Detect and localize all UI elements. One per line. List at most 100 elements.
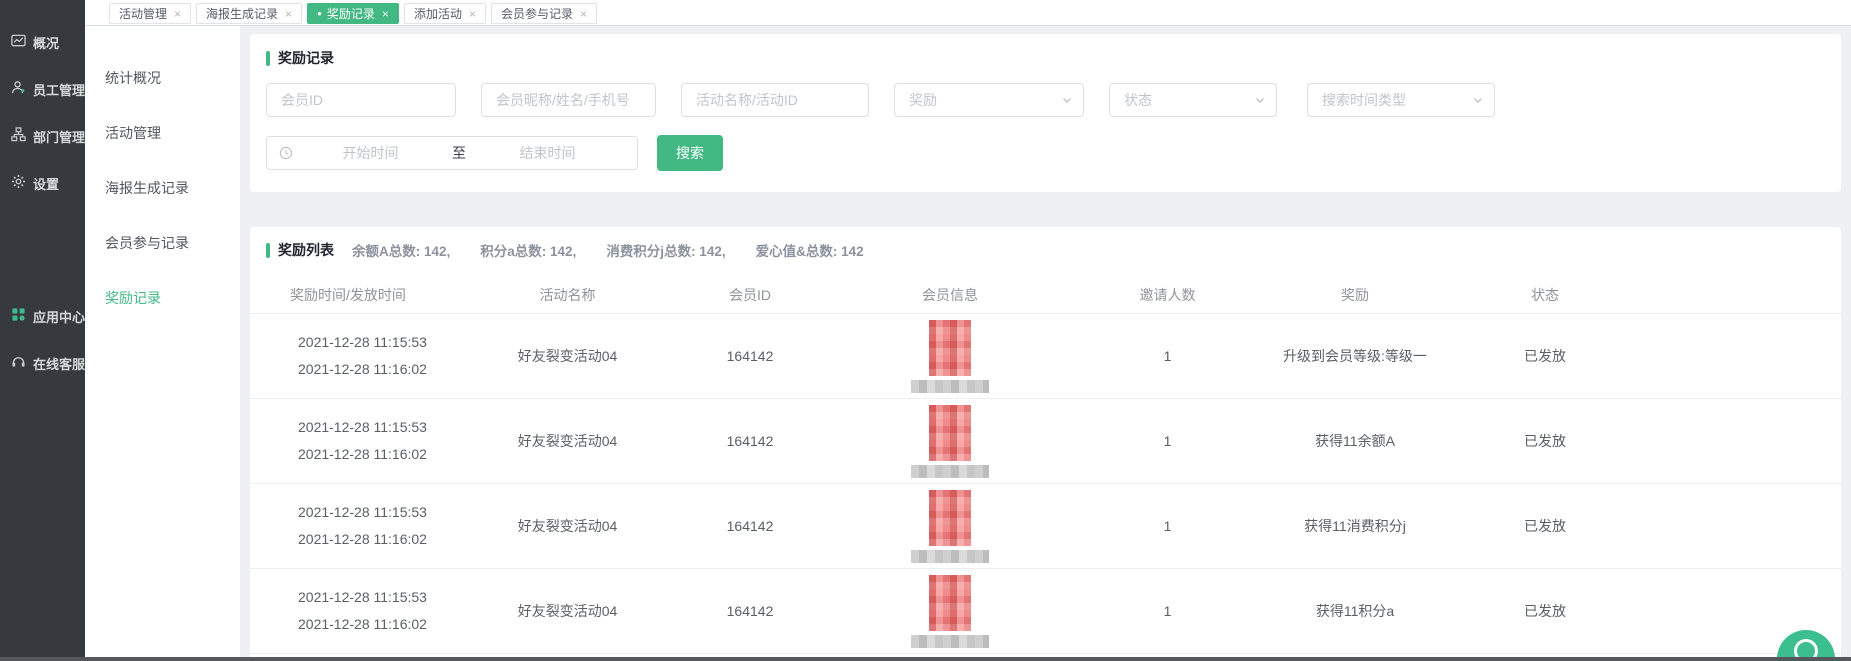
table-row: 2021-12-28 11:15:53 2021-12-28 11:16:02 … — [250, 399, 1841, 484]
sidebar-item-departments[interactable]: 部门管理 — [0, 124, 85, 148]
close-icon[interactable]: × — [174, 8, 181, 20]
app-center-icon — [11, 307, 26, 325]
grant-time: 2021-12-28 11:16:02 — [298, 356, 475, 383]
sidebar-item-overview[interactable]: 概况 — [0, 30, 85, 54]
time-cell: 2021-12-28 11:15:53 2021-12-28 11:16:02 — [250, 499, 475, 554]
secondary-sidebar: 统计概况 活动管理 海报生成记录 会员参与记录 奖励记录 — [85, 26, 240, 661]
reward-value: 获得11余额A — [1275, 431, 1435, 451]
subnav-label: 活动管理 — [105, 123, 161, 143]
tab-member-participation[interactable]: 会员参与记录 × — [491, 3, 597, 24]
status-value: 已发放 — [1435, 516, 1655, 536]
sidebar-spacer — [0, 218, 85, 304]
invite-count: 1 — [1060, 433, 1275, 449]
tab-label: 海报生成记录 — [206, 5, 278, 22]
stat-balance-total: 余额A总数: 142, — [352, 240, 450, 260]
sidebar-item-employees[interactable]: 员工管理 — [0, 77, 85, 101]
tab-activity-management[interactable]: 活动管理 × — [109, 3, 191, 24]
reward-value: 获得11消费积分j — [1275, 516, 1435, 536]
subnav-label: 奖励记录 — [105, 288, 161, 308]
subnav-poster-records[interactable]: 海报生成记录 — [85, 160, 240, 215]
main-area: 活动管理 × 海报生成记录 × ● 奖励记录 × 添加活动 × 会员参与记录 × — [85, 0, 1851, 661]
sidebar-item-settings[interactable]: 设置 — [0, 171, 85, 195]
select-placeholder: 状态 — [1124, 90, 1152, 110]
search-time-type-select[interactable]: 搜索时间类型 — [1307, 83, 1495, 117]
employees-icon — [11, 80, 26, 98]
stat-consume-points-total: 消费积分j总数: 142, — [606, 240, 725, 260]
sidebar-item-label: 在线客服 — [33, 354, 85, 373]
reward-time: 2021-12-28 11:15:53 — [298, 584, 475, 611]
close-icon[interactable]: × — [285, 8, 292, 20]
reward-time: 2021-12-28 11:15:53 — [298, 414, 475, 441]
reward-list-panel: 奖励列表 余额A总数: 142, 积分a总数: 142, 消费积分j总数: 14… — [250, 227, 1841, 661]
grant-time: 2021-12-28 11:16:02 — [298, 526, 475, 553]
blurred-member-name — [911, 380, 989, 393]
col-header-activity: 活动名称 — [475, 285, 660, 305]
blurred-member-name — [911, 635, 989, 648]
reward-value: 获得11积分a — [1275, 601, 1435, 621]
member-id-input[interactable] — [266, 83, 456, 117]
col-header-member-info: 会员信息 — [840, 285, 1060, 305]
bottom-window-edge — [0, 657, 1851, 661]
blurred-avatar — [929, 320, 971, 376]
member-id: 164142 — [660, 433, 840, 449]
departments-icon — [11, 127, 26, 145]
select-placeholder: 搜索时间类型 — [1322, 90, 1406, 110]
activity-name: 好友裂变活动04 — [475, 346, 660, 366]
member-name-input[interactable] — [481, 83, 656, 117]
reward-time: 2021-12-28 11:15:53 — [298, 329, 475, 356]
sidebar-item-online-service[interactable]: 在线客服 — [0, 351, 85, 375]
member-info-cell — [840, 575, 1060, 648]
subnav-activity-management[interactable]: 活动管理 — [85, 105, 240, 160]
date-range-picker[interactable]: 开始时间 至 结束时间 — [266, 136, 638, 170]
stat-points-total: 积分a总数: 142, — [480, 240, 576, 260]
reward-select[interactable]: 奖励 — [894, 83, 1084, 117]
member-info-cell — [840, 320, 1060, 393]
tab-poster-records[interactable]: 海报生成记录 × — [196, 3, 302, 24]
grant-time: 2021-12-28 11:16:02 — [298, 611, 475, 638]
subnav-member-participation[interactable]: 会员参与记录 — [85, 215, 240, 270]
col-header-time: 奖励时间/发放时间 — [250, 285, 475, 305]
overview-chart-icon — [11, 33, 26, 51]
subnav-reward-records[interactable]: 奖励记录 — [85, 270, 240, 325]
reward-time: 2021-12-28 11:15:53 — [298, 499, 475, 526]
member-id: 164142 — [660, 348, 840, 364]
sidebar-item-label: 概况 — [33, 33, 59, 52]
settings-gear-icon — [11, 174, 26, 192]
sidebar-item-app-center[interactable]: 应用中心 — [0, 304, 85, 328]
blurred-member-name — [911, 465, 989, 478]
title-accent-bar — [266, 243, 270, 258]
close-icon[interactable]: × — [469, 8, 476, 20]
activity-name-input[interactable] — [681, 83, 869, 117]
reward-table: 奖励时间/发放时间 活动名称 会员ID 会员信息 邀请人数 奖励 状态 2021… — [250, 276, 1841, 654]
tab-label: 会员参与记录 — [501, 5, 573, 22]
reward-records-search-panel: 奖励记录 奖励 状态 — [250, 34, 1841, 192]
close-icon[interactable]: × — [382, 8, 389, 20]
sidebar-item-label: 员工管理 — [33, 80, 85, 99]
invite-count: 1 — [1060, 348, 1275, 364]
title-accent-bar — [266, 51, 270, 66]
page-title: 奖励记录 — [278, 48, 334, 68]
col-header-status: 状态 — [1435, 285, 1655, 305]
chevron-down-icon — [1254, 94, 1266, 106]
activity-name: 好友裂变活动04 — [475, 431, 660, 451]
tab-label: 奖励记录 — [327, 5, 375, 22]
close-icon[interactable]: × — [580, 8, 587, 20]
col-header-invites: 邀请人数 — [1060, 285, 1275, 305]
tab-add-activity[interactable]: 添加活动 × — [404, 3, 486, 24]
tab-label: 添加活动 — [414, 5, 462, 22]
app-window: 概况 员工管理 部门管理 设置 应用中心 在线客服 活动管理 — [0, 0, 1851, 661]
status-select[interactable]: 状态 — [1109, 83, 1277, 117]
blurred-member-name — [911, 550, 989, 563]
search-button[interactable]: 搜索 — [657, 135, 723, 171]
invite-count: 1 — [1060, 603, 1275, 619]
time-cell: 2021-12-28 11:15:53 2021-12-28 11:16:02 — [250, 329, 475, 384]
range-separator: 至 — [448, 143, 470, 163]
active-dot-icon: ● — [317, 9, 322, 18]
open-tabs-bar: 活动管理 × 海报生成记录 × ● 奖励记录 × 添加活动 × 会员参与记录 × — [85, 0, 1851, 26]
clock-icon — [279, 146, 293, 160]
table-row: 2021-12-28 11:15:53 2021-12-28 11:16:02 … — [250, 314, 1841, 399]
blurred-avatar — [929, 490, 971, 546]
subnav-statistics-overview[interactable]: 统计概况 — [85, 50, 240, 105]
tab-reward-records[interactable]: ● 奖励记录 × — [307, 3, 399, 24]
member-id: 164142 — [660, 518, 840, 534]
